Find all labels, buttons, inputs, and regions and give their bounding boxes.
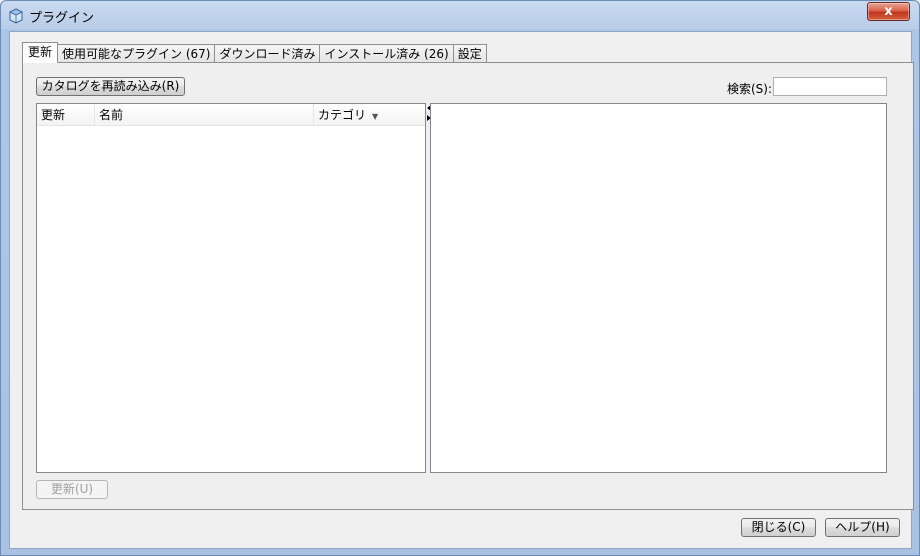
column-header-category[interactable]: カテゴリ ▼ [314, 104, 425, 126]
help-button[interactable]: ヘルプ(H) [825, 518, 900, 537]
update-button[interactable]: 更新(U) [36, 480, 108, 499]
dialog-content: 更新 使用可能なプラグイン (67) ダウンロード済み インストール済み (26… [9, 31, 914, 549]
close-window-button[interactable]: x [867, 2, 910, 21]
tab-downloaded[interactable]: ダウンロード済み [215, 44, 321, 63]
tab-updates[interactable]: 更新 [22, 42, 59, 63]
sort-down-icon: ▼ [372, 112, 379, 121]
column-header-update[interactable]: 更新 [37, 104, 95, 126]
table-header: 更新 名前 カテゴリ ▼ [37, 104, 425, 126]
title-bar[interactable]: プラグイン x [1, 1, 919, 29]
plugins-window: プラグイン x 更新 使用可能なプラグイン (67) ダウンロード済み インスト… [0, 0, 920, 556]
column-header-name[interactable]: 名前 [95, 104, 314, 126]
updates-panel: カタログを再読み込み(R) 検索(S): 更新 名前 カテゴリ ▼ 更新(U) [23, 63, 913, 509]
netbeans-cube-icon [9, 8, 23, 24]
tab-bar: 更新 使用可能なプラグイン (67) ダウンロード済み インストール済み (26… [22, 42, 487, 63]
plugin-list[interactable]: 更新 名前 カテゴリ ▼ [36, 103, 426, 473]
column-header-category-label: カテゴリ [318, 108, 367, 122]
tab-panel: カタログを再読み込み(R) 検索(S): 更新 名前 カテゴリ ▼ 更新(U) [22, 62, 914, 510]
window-title: プラグイン [29, 11, 95, 26]
tab-available-plugins[interactable]: 使用可能なプラグイン (67) [58, 44, 216, 63]
search-label: 検索(S): [727, 82, 773, 96]
plugin-detail-pane [430, 103, 887, 473]
search-input[interactable] [773, 77, 887, 96]
close-button[interactable]: 閉じる(C) [741, 518, 816, 537]
tab-installed[interactable]: インストール済み (26) [320, 44, 454, 63]
reload-catalog-button[interactable]: カタログを再読み込み(R) [36, 77, 185, 96]
tab-settings[interactable]: 設定 [453, 44, 487, 63]
